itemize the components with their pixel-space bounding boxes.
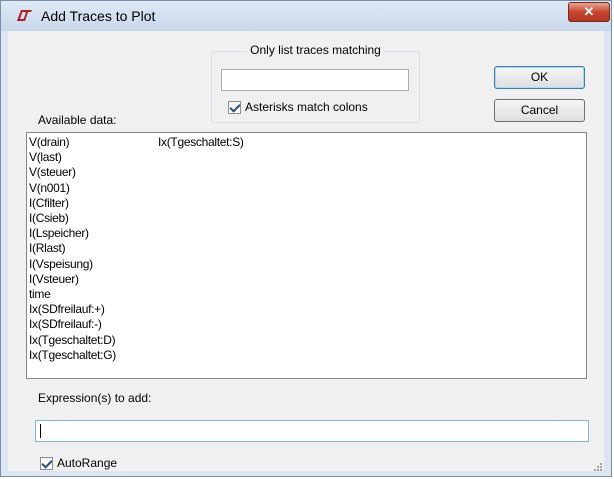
trace-item[interactable]: I(Lspeicher) <box>29 226 116 241</box>
trace-item[interactable]: Ix(Tgeschaltet:G) <box>29 348 116 363</box>
expression-label: Expression(s) to add: <box>38 391 152 405</box>
trace-item[interactable]: I(Vspeisung) <box>29 257 116 272</box>
trace-column-2: Ix(Tgeschaltet:S) <box>158 135 244 150</box>
ltspice-logo-icon <box>17 10 32 21</box>
available-data-label: Available data: <box>38 113 117 127</box>
trace-item[interactable]: time <box>29 287 116 302</box>
trace-item[interactable]: Ix(SDfreilauf:-) <box>29 317 116 332</box>
dialog-title: Add Traces to Plot <box>41 8 156 24</box>
resize-grip-icon[interactable] <box>594 463 602 471</box>
title-bar[interactable]: Add Traces to Plot ✕ <box>1 1 611 31</box>
autorange-label[interactable]: AutoRange <box>57 456 117 470</box>
trace-column-1: V(drain) V(last) V(steuer) V(n001) I(Cfilter… <box>29 135 116 363</box>
trace-item[interactable]: Ix(Tgeschaltet:S) <box>158 135 244 150</box>
asterisks-match-colons-label[interactable]: Asterisks match colons <box>245 100 368 114</box>
expression-input[interactable] <box>35 420 589 442</box>
trace-item[interactable]: I(Cfilter) <box>29 196 116 211</box>
cancel-button[interactable]: Cancel <box>494 99 585 122</box>
trace-item[interactable]: V(n001) <box>29 181 116 196</box>
ok-button[interactable]: OK <box>494 66 585 89</box>
text-caret <box>40 424 41 438</box>
trace-item[interactable]: I(Vsteuer) <box>29 272 116 287</box>
trace-item[interactable]: Ix(SDfreilauf:+) <box>29 302 116 317</box>
trace-item[interactable]: V(last) <box>29 150 116 165</box>
filter-group: Only list traces matching Asterisks matc… <box>211 43 420 123</box>
trace-item[interactable]: I(Rlast) <box>29 241 116 256</box>
filter-input[interactable] <box>221 69 409 91</box>
close-button[interactable]: ✕ <box>568 2 610 22</box>
trace-item[interactable]: V(drain) <box>29 135 116 150</box>
trace-item[interactable]: V(steuer) <box>29 165 116 180</box>
autorange-checkbox[interactable] <box>40 456 53 470</box>
trace-item[interactable]: Ix(Tgeschaltet:D) <box>29 333 116 348</box>
filter-legend: Only list traces matching <box>247 43 384 57</box>
add-traces-dialog: Add Traces to Plot ✕ Only list traces ma… <box>0 0 612 477</box>
trace-item[interactable]: I(Csieb) <box>29 211 116 226</box>
close-icon: ✕ <box>583 4 595 19</box>
dialog-body: Only list traces matching Asterisks matc… <box>8 31 604 471</box>
available-data-list[interactable]: V(drain) V(last) V(steuer) V(n001) I(Cfilter… <box>26 132 587 379</box>
asterisks-match-colons-checkbox[interactable] <box>228 100 241 114</box>
autorange-row: AutoRange <box>40 456 117 470</box>
asterisks-match-colons-row: Asterisks match colons <box>228 100 368 114</box>
